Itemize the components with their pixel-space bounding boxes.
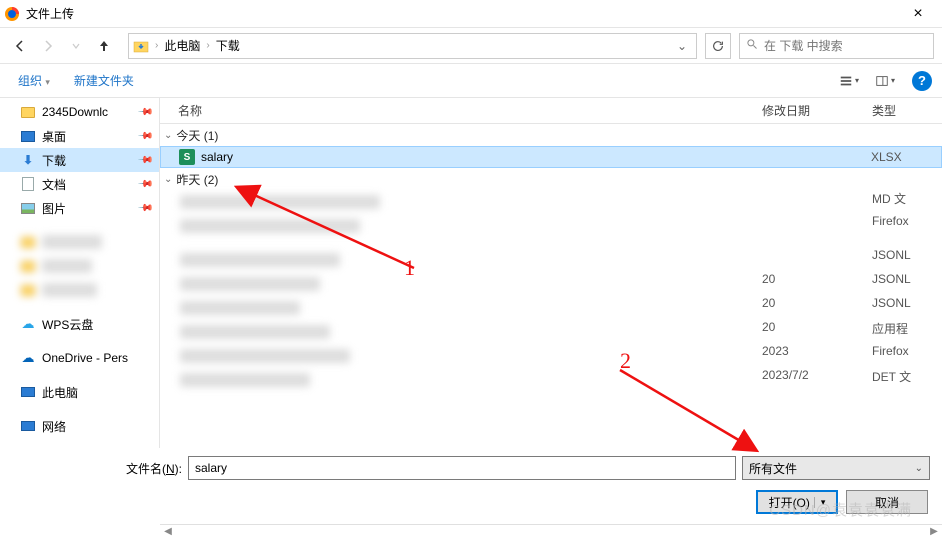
sidebar-item-network[interactable]: 网络 xyxy=(0,414,159,438)
pc-icon xyxy=(20,384,36,400)
folder-icon xyxy=(20,104,36,120)
file-type: JSONL xyxy=(872,272,911,296)
sidebar-item-label: 此电脑 xyxy=(42,384,78,401)
sidebar-item-label: WPS云盘 xyxy=(42,316,93,333)
new-folder-button[interactable]: 新建文件夹 xyxy=(66,68,142,93)
file-type: Firefox xyxy=(872,344,909,368)
column-name[interactable]: 名称 xyxy=(160,102,762,119)
firefox-icon xyxy=(4,6,20,22)
breadcrumb[interactable]: › 此电脑 › 下载 ⌄ xyxy=(128,33,697,59)
window-title: 文件上传 xyxy=(26,5,898,22)
sidebar-item-label: 文档 xyxy=(42,176,66,193)
search-input[interactable] xyxy=(764,39,927,53)
view-mode-button[interactable]: ▾ xyxy=(832,68,866,94)
file-name: salary xyxy=(201,150,761,164)
file-type: MD 文 xyxy=(872,190,906,214)
pin-icon: 📌 xyxy=(136,104,153,121)
cancel-button[interactable]: 取消 xyxy=(846,490,928,514)
nav-history-dropdown[interactable] xyxy=(64,34,88,58)
nav-up-button[interactable] xyxy=(92,34,116,58)
group-today[interactable]: ⌄ 今天 (1) xyxy=(160,124,942,146)
nav-back-button[interactable] xyxy=(8,34,32,58)
breadcrumb-dropdown[interactable]: ⌄ xyxy=(672,39,692,53)
filename-label: 文件名(N): xyxy=(12,460,188,477)
sidebar-item-onedrive[interactable]: ☁ OneDrive - Pers xyxy=(0,346,159,370)
sidebar-item-desktop[interactable]: 桌面 📌 xyxy=(0,124,159,148)
breadcrumb-downloads[interactable]: 下载 xyxy=(212,37,244,54)
nav-forward-button xyxy=(36,34,60,58)
file-date: 2023/7/2 xyxy=(762,368,872,392)
xlsx-icon: S xyxy=(179,149,197,165)
onedrive-icon: ☁ xyxy=(20,350,36,366)
preview-pane-button[interactable]: ▾ xyxy=(868,68,902,94)
open-button[interactable]: 打开(O)▾ xyxy=(756,490,838,514)
desktop-icon xyxy=(20,128,36,144)
chevron-down-icon: ⌄ xyxy=(164,174,172,185)
chevron-down-icon: ⌄ xyxy=(915,463,923,474)
sidebar-item-downloads[interactable]: ⬇ 下载 📌 xyxy=(0,148,159,172)
file-list[interactable]: ⌄ 今天 (1) S salary XLSX ⌄ 昨天 (2) xyxy=(160,124,942,448)
organize-menu[interactable]: 组织 ▾ xyxy=(10,68,58,93)
sidebar-item-2345downloads[interactable]: 2345Downlc 📌 xyxy=(0,100,159,124)
file-row-salary[interactable]: S salary XLSX xyxy=(160,146,942,168)
network-icon xyxy=(20,418,36,434)
pin-icon: 📌 xyxy=(136,176,153,193)
file-type: JSONL xyxy=(872,296,911,320)
column-date[interactable]: 修改日期 xyxy=(762,102,872,119)
cloud-icon: ☁ xyxy=(20,316,36,332)
close-button[interactable]: × xyxy=(898,0,938,28)
horizontal-scrollbar[interactable]: ◀ ▶ xyxy=(160,524,942,538)
downloads-icon: ⬇ xyxy=(20,152,36,168)
file-type: XLSX xyxy=(871,150,941,164)
scroll-right-icon[interactable]: ▶ xyxy=(926,526,942,537)
pin-icon: 📌 xyxy=(136,152,153,169)
scroll-left-icon[interactable]: ◀ xyxy=(160,526,176,537)
sidebar-item-label: 2345Downlc xyxy=(42,105,108,119)
pin-icon: 📌 xyxy=(136,200,153,217)
downloads-folder-icon xyxy=(133,38,149,54)
chevron-right-icon: › xyxy=(204,40,211,51)
file-type: JSONL xyxy=(872,248,911,272)
sidebar-item-label: 图片 xyxy=(42,200,66,217)
sidebar-item-this-pc[interactable]: 此电脑 xyxy=(0,380,159,404)
pin-icon: 📌 xyxy=(136,128,153,145)
file-date: 20 xyxy=(762,272,872,296)
column-headers: 名称 修改日期 类型 xyxy=(160,98,942,124)
file-date: 20 xyxy=(762,320,872,344)
group-yesterday[interactable]: ⌄ 昨天 (2) xyxy=(160,168,942,190)
search-box[interactable] xyxy=(739,33,934,59)
search-icon xyxy=(746,38,758,53)
filename-input[interactable] xyxy=(188,456,736,480)
chevron-right-icon: › xyxy=(153,40,160,51)
breadcrumb-this-pc[interactable]: 此电脑 xyxy=(160,37,204,54)
file-type: Firefox xyxy=(872,214,909,238)
column-type[interactable]: 类型 xyxy=(872,102,942,119)
file-type: 应用程 xyxy=(872,320,908,344)
refresh-button[interactable] xyxy=(705,33,731,59)
sidebar-item-label: 网络 xyxy=(42,418,66,435)
filetype-select[interactable]: 所有文件 ⌄ xyxy=(742,456,930,480)
sidebar-item-label: OneDrive - Pers xyxy=(42,351,128,365)
chevron-down-icon: ⌄ xyxy=(164,130,172,141)
sidebar-item-wps-cloud[interactable]: ☁ WPS云盘 xyxy=(0,312,159,336)
sidebar-item-pictures[interactable]: 图片 📌 xyxy=(0,196,159,220)
file-type: DET 文 xyxy=(872,368,911,392)
sidebar-item-label: 下载 xyxy=(42,152,66,169)
sidebar-item-documents[interactable]: 文档 📌 xyxy=(0,172,159,196)
help-button[interactable]: ? xyxy=(912,71,932,91)
filetype-value: 所有文件 xyxy=(749,460,797,477)
pictures-icon xyxy=(20,200,36,216)
file-date: 20 xyxy=(762,296,872,320)
sidebar-item-label: 桌面 xyxy=(42,128,66,145)
sidebar: 2345Downlc 📌 桌面 📌 ⬇ 下载 📌 文档 📌 图片 📌 xyxy=(0,98,160,448)
file-date: 2023 xyxy=(762,344,872,368)
document-icon xyxy=(20,176,36,192)
